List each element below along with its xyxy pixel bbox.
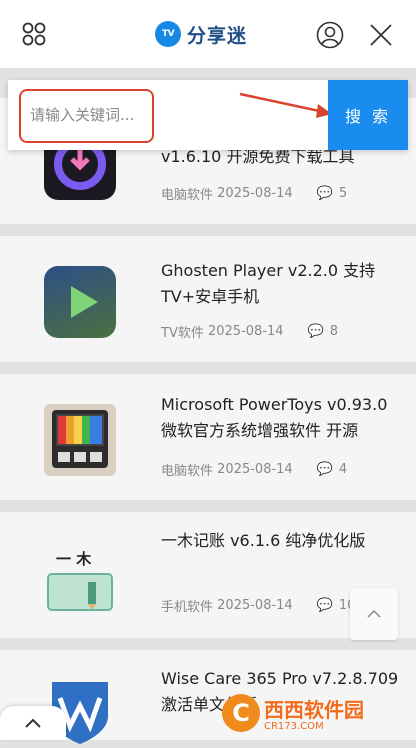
back-to-top-button[interactable] [350, 588, 398, 640]
logo-text: 分享迷 [187, 24, 248, 47]
app-thumbnail [44, 266, 116, 338]
watermark-subtext: CR173.COM [264, 721, 324, 732]
bottom-collapse-tab[interactable] [0, 706, 66, 740]
comment-icon: 💬 [316, 462, 333, 477]
search-button[interactable]: 搜 索 [328, 80, 408, 150]
article-title[interactable]: Microsoft PowerToys v0.93.0 微软官方系统增强软件 开… [161, 392, 406, 444]
article-category: TV软件 [161, 326, 204, 341]
comment-icon: 💬 [316, 186, 333, 201]
article-date: 2025-08-14 [217, 462, 293, 477]
search-bar: 搜 索 [8, 80, 408, 150]
list-item[interactable]: Ghosten Player v2.2.0 支持TV+安卓手机 TV软件 202… [0, 236, 416, 362]
watermark-logo: C 西西软件园 CR173.COM [222, 690, 412, 736]
top-header: TV 分享迷 [0, 0, 416, 69]
article-date: 2025-08-14 [217, 186, 293, 201]
list-item[interactable]: Microsoft PowerToys v0.93.0 微软官方系统增强软件 开… [0, 374, 416, 500]
chevron-up-icon [25, 718, 41, 728]
article-title[interactable]: Ghosten Player v2.2.0 支持TV+安卓手机 [161, 258, 406, 310]
comment-icon: 💬 [316, 598, 333, 613]
article-date: 2025-08-14 [207, 324, 284, 339]
article-meta: TV软件 2025-08-14 💬 8 [161, 322, 338, 341]
comment-count: 4 [338, 462, 348, 477]
comment-count: 5 [338, 186, 348, 201]
annotation-arrow-icon [239, 92, 332, 118]
article-meta: 手机软件 2025-08-14 💬 10 [161, 596, 355, 615]
article-title[interactable]: 一木记账 v6.1.6 纯净优化版 [161, 528, 406, 554]
close-icon[interactable] [366, 20, 396, 50]
article-category: 手机软件 [161, 600, 214, 615]
article-category: 电脑软件 [161, 188, 214, 203]
chevron-up-icon [367, 609, 381, 618]
menu-grid-icon[interactable] [18, 18, 50, 50]
article-meta: 电脑软件 2025-08-14 💬 4 [161, 460, 347, 479]
app-thumbnail: 一 木 [44, 546, 116, 618]
comment-icon: 💬 [307, 324, 324, 339]
article-category: 电脑软件 [161, 464, 214, 479]
comment-count: 8 [329, 324, 339, 339]
watermark-badge: C [222, 694, 260, 732]
app-thumbnail [44, 404, 116, 476]
site-logo[interactable]: TV 分享迷 [155, 20, 247, 48]
watermark-text: 西西软件园 [264, 698, 364, 722]
user-icon[interactable] [314, 19, 346, 51]
logo-badge: TV [155, 21, 181, 47]
article-meta: 电脑软件 2025-08-14 💬 5 [161, 184, 347, 203]
article-date: 2025-08-14 [217, 598, 293, 613]
